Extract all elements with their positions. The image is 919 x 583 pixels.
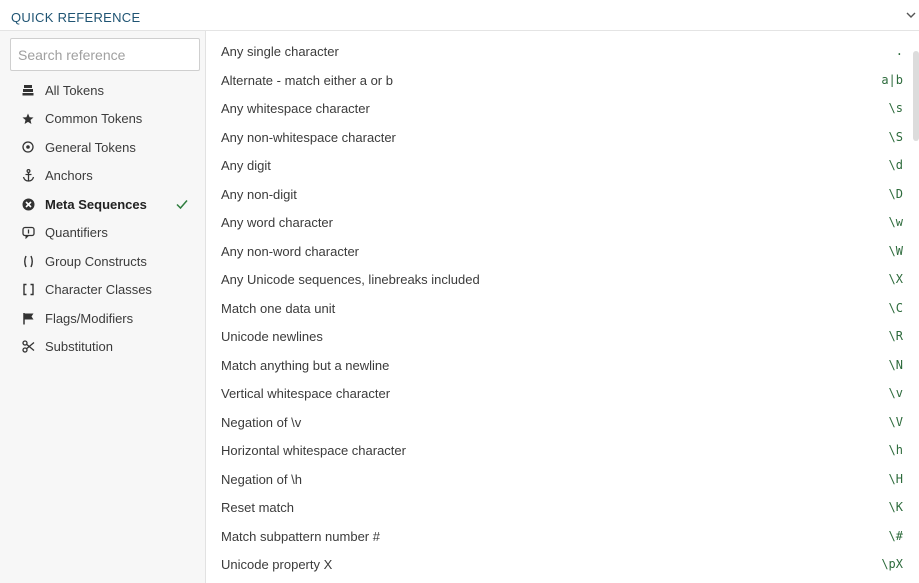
sidebar-item-quantifiers[interactable]: Quantifiers — [0, 219, 206, 248]
search-input[interactable] — [10, 38, 200, 71]
quantifier-icon — [21, 226, 35, 240]
flag-icon — [21, 311, 35, 325]
item-token: \K — [888, 500, 903, 514]
checkmark-icon — [176, 200, 188, 210]
sidebar-item-meta-sequences[interactable]: Meta Sequences — [0, 190, 206, 219]
item-token: . — [895, 44, 903, 58]
item-token: \pX — [881, 557, 903, 571]
list-item[interactable]: Alternate - match either a or b a|b — [206, 67, 919, 96]
item-token: \R — [888, 329, 903, 343]
list-item[interactable]: Any digit \d — [206, 152, 919, 181]
item-description: Alternate - match either a or b — [221, 72, 393, 88]
reference-content: Any single character. Alternate - match … — [206, 31, 919, 583]
list-item[interactable]: Vertical whitespace character \v — [206, 380, 919, 409]
item-description: Vertical whitespace character — [221, 386, 391, 401]
sidebar-item-label: Quantifiers — [45, 225, 108, 241]
list-item[interactable]: Reset match \K — [206, 494, 919, 523]
brackets-icon — [21, 283, 35, 297]
item-description: Negation of \v — [221, 414, 302, 430]
item-description: Negation of \h — [221, 471, 302, 487]
item-token: \h — [888, 443, 903, 457]
list-item[interactable]: Any whitespace character \s — [206, 95, 919, 124]
parentheses-icon — [21, 254, 35, 268]
item-token: a|b — [881, 72, 903, 87]
list-item[interactable]: Unicode newlines \R — [206, 323, 919, 352]
category-sidebar: All Tokens Common Tokens General Tokens — [0, 31, 206, 583]
sidebar-item-flags-modifiers[interactable]: Flags/Modifiers — [0, 304, 206, 333]
sidebar-item-label: Anchors — [45, 168, 93, 184]
item-description: Any Unicode sequences, linebreaks includ… — [221, 272, 480, 287]
sidebar-item-label: General Tokens — [45, 139, 136, 155]
sidebar-item-label: Substitution — [45, 339, 113, 355]
sidebar-item-label: Group Constructs — [45, 253, 147, 269]
item-token: \d — [888, 158, 903, 172]
list-item[interactable]: Match anything but a newline \N — [206, 352, 919, 381]
item-description: Any non-word character — [221, 243, 360, 259]
item-token: \v — [888, 386, 903, 400]
item-description: Any word character — [221, 215, 333, 230]
meta-icon — [21, 197, 35, 211]
stack-icon — [21, 83, 35, 97]
item-description: Any digit — [221, 158, 271, 173]
scissors-icon — [21, 340, 35, 354]
sidebar-item-label: Character Classes — [45, 282, 152, 298]
sidebar-item-anchors[interactable]: Anchors — [0, 162, 206, 191]
item-description: Unicode property X — [221, 557, 333, 572]
list-item[interactable]: Negation of \h \H — [206, 466, 919, 495]
sidebar-item-label: All Tokens — [45, 82, 105, 98]
item-token: \D — [888, 186, 903, 201]
list-item[interactable]: Any non-whitespace character \S — [206, 124, 919, 153]
sidebar-item-general-tokens[interactable]: General Tokens — [0, 133, 206, 162]
sidebar-item-label: Meta Sequences — [45, 196, 147, 212]
sidebar-item-all-tokens[interactable]: All Tokens — [0, 76, 206, 105]
sidebar-item-substitution[interactable]: Substitution — [0, 333, 206, 362]
item-description: Reset match — [221, 500, 294, 515]
item-token: \W — [888, 243, 903, 258]
panel-title: QUICK REFERENCE — [11, 10, 141, 25]
list-item[interactable]: Any single character. — [206, 38, 919, 67]
list-item[interactable]: Any word character \w — [206, 209, 919, 238]
reference-list: Any single character. Alternate - match … — [206, 38, 919, 580]
item-token: \C — [888, 300, 903, 315]
list-item[interactable]: Unicode property X \pX — [206, 551, 919, 580]
list-item[interactable]: Any non-digit \D — [206, 181, 919, 210]
scrollbar[interactable] — [913, 51, 919, 141]
item-token: \s — [888, 101, 903, 115]
list-item[interactable]: Any Unicode sequences, linebreaks includ… — [206, 266, 919, 295]
sidebar-item-group-constructs[interactable]: Group Constructs — [0, 247, 206, 276]
item-description: Unicode newlines — [221, 329, 323, 344]
anchor-icon — [21, 169, 35, 183]
list-item[interactable]: Match one data unit \C — [206, 295, 919, 324]
item-token: \# — [888, 528, 903, 543]
item-description: Any single character — [221, 44, 339, 59]
item-description: Match one data unit — [221, 300, 336, 316]
item-token: \w — [888, 215, 903, 229]
sidebar-item-label: Flags/Modifiers — [45, 310, 134, 326]
list-item[interactable]: Match subpattern number # \# — [206, 523, 919, 552]
item-description: Match anything but a newline — [221, 357, 390, 373]
list-item[interactable]: Horizontal whitespace character \h — [206, 437, 919, 466]
item-token: \S — [888, 129, 903, 144]
item-token: \X — [888, 272, 903, 286]
chevron-down-icon[interactable] — [905, 9, 917, 21]
quick-reference-header[interactable]: QUICK REFERENCE — [0, 0, 919, 31]
item-description: Horizontal whitespace character — [221, 443, 406, 458]
sidebar-item-character-classes[interactable]: Character Classes — [0, 276, 206, 305]
item-token: \N — [888, 357, 903, 372]
sidebar-item-label: Common Tokens — [45, 111, 143, 127]
star-icon — [21, 112, 35, 126]
list-item[interactable]: Negation of \v \V — [206, 409, 919, 438]
list-item[interactable]: Any non-word character \W — [206, 238, 919, 267]
item-token: \H — [888, 471, 903, 486]
target-icon — [21, 140, 35, 154]
item-description: Any non-digit — [221, 186, 297, 202]
category-list: All Tokens Common Tokens General Tokens — [0, 76, 206, 361]
item-description: Any whitespace character — [221, 101, 370, 116]
item-description: Match subpattern number # — [221, 528, 380, 544]
item-description: Any non-whitespace character — [221, 129, 396, 145]
sidebar-item-common-tokens[interactable]: Common Tokens — [0, 105, 206, 134]
item-token: \V — [888, 414, 903, 429]
